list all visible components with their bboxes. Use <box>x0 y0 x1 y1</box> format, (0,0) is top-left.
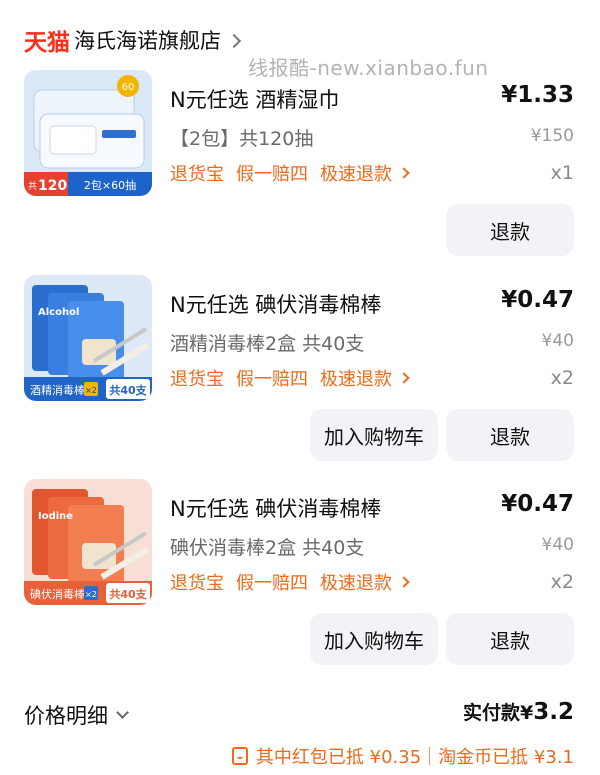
svg-text:Alcohol: Alcohol <box>38 307 79 318</box>
service-tags[interactable]: 退货宝 假一赔四 极速退款 <box>170 365 410 391</box>
svg-text:×2: ×2 <box>85 386 97 395</box>
service-tag: 假一赔四 <box>236 164 308 185</box>
item-price: ¥0.47 <box>501 287 574 313</box>
paid-value: 3.2 <box>533 699 574 725</box>
chevron-right-icon <box>226 33 242 48</box>
item-quantity: x2 <box>550 367 574 389</box>
price-detail-toggle[interactable]: 价格明细 <box>24 700 129 730</box>
item-quantity: x1 <box>550 162 574 184</box>
product-spec: 酒精消毒棒2盒 共40支 <box>170 333 365 355</box>
service-tag: 退货宝 <box>170 164 224 185</box>
discount-summary: 其中红包已抵 ¥0.35 淘金币已抵 ¥3.1 <box>231 743 574 769</box>
price-detail-label: 价格明细 <box>24 704 108 728</box>
refund-button[interactable]: 退款 <box>446 204 574 256</box>
product-spec: 【2包】共120抽 <box>170 128 314 150</box>
item-price: ¥0.47 <box>501 491 574 517</box>
red-packet-discount: 其中红包已抵 ¥0.35 <box>255 747 422 768</box>
store-header[interactable]: 天猫 海氏海诺旗舰店 <box>24 24 242 56</box>
service-tag: 极速退款 <box>320 369 392 390</box>
svg-text:Iodine: Iodine <box>38 511 73 522</box>
red-packet-icon <box>231 747 248 765</box>
svg-text:共40支: 共40支 <box>109 587 147 601</box>
chevron-right-icon <box>398 167 410 179</box>
divider <box>429 747 431 765</box>
product-title[interactable]: N元任选 碘伏消毒棉棒 <box>170 493 381 523</box>
chevron-right-icon <box>398 576 410 588</box>
service-tag: 假一赔四 <box>236 369 308 390</box>
service-tag: 退货宝 <box>170 573 224 594</box>
product-title[interactable]: N元任选 碘伏消毒棉棒 <box>170 289 381 319</box>
store-name[interactable]: 海氏海诺旗舰店 <box>74 25 221 55</box>
original-price: ¥40 <box>541 535 574 555</box>
chevron-down-icon <box>116 705 129 719</box>
svg-text:碘伏消毒棒: 碘伏消毒棒 <box>30 587 85 601</box>
order-item[interactable]: 60 共 120 2包×60抽 N元任选 酒精湿巾 ¥1.33 【2包】共120… <box>0 70 600 274</box>
iodine-swab-image: Iodine 碘伏消毒棒 ×2 共40支 <box>24 479 152 605</box>
item-price: ¥1.33 <box>501 82 574 108</box>
order-item[interactable]: Alcohol 酒精消毒棒 ×2 共40支 N元任选 碘伏消毒棉棒 ¥0.47 … <box>0 275 600 479</box>
product-thumbnail[interactable]: Alcohol 酒精消毒棒 ×2 共40支 <box>24 275 152 401</box>
service-tag: 假一赔四 <box>236 573 308 594</box>
service-tags[interactable]: 退货宝 假一赔四 极速退款 <box>170 569 410 595</box>
item-quantity: x2 <box>550 571 574 593</box>
service-tags[interactable]: 退货宝 假一赔四 极速退款 <box>170 160 410 186</box>
product-spec: 碘伏消毒棒2盒 共40支 <box>170 537 365 559</box>
alcohol-swab-image: Alcohol 酒精消毒棒 ×2 共40支 <box>24 275 152 401</box>
product-thumbnail[interactable]: Iodine 碘伏消毒棒 ×2 共40支 <box>24 479 152 605</box>
paid-label: 实付款 <box>463 702 521 724</box>
svg-text:共: 共 <box>28 181 37 192</box>
svg-text:酒精消毒棒: 酒精消毒棒 <box>30 383 85 397</box>
original-price: ¥40 <box>541 331 574 351</box>
wet-wipes-image: 60 共 120 2包×60抽 <box>24 70 152 196</box>
paid-amount: 实付款 ¥ 3.2 <box>463 698 574 725</box>
add-to-cart-button[interactable]: 加入购物车 <box>310 409 438 461</box>
tmall-logo: 天猫 <box>24 30 70 56</box>
chevron-right-icon <box>398 372 410 384</box>
svg-text:2包×60抽: 2包×60抽 <box>84 178 136 192</box>
refund-button[interactable]: 退款 <box>446 613 574 665</box>
svg-text:120: 120 <box>38 178 67 194</box>
svg-text:共40支: 共40支 <box>109 383 147 397</box>
service-tag: 极速退款 <box>320 573 392 594</box>
order-item[interactable]: Iodine 碘伏消毒棒 ×2 共40支 N元任选 碘伏消毒棉棒 ¥0.47 碘… <box>0 479 600 683</box>
original-price: ¥150 <box>530 126 574 146</box>
paid-currency: ¥ <box>520 702 534 724</box>
refund-button[interactable]: 退款 <box>446 409 574 461</box>
add-to-cart-button[interactable]: 加入购物车 <box>310 613 438 665</box>
svg-text:×2: ×2 <box>85 590 97 599</box>
svg-text:60: 60 <box>122 82 135 93</box>
product-title[interactable]: N元任选 酒精湿巾 <box>170 84 339 114</box>
product-thumbnail[interactable]: 60 共 120 2包×60抽 <box>24 70 152 196</box>
coin-discount: 淘金币已抵 ¥3.1 <box>438 747 574 768</box>
service-tag: 退货宝 <box>170 369 224 390</box>
service-tag: 极速退款 <box>320 164 392 185</box>
